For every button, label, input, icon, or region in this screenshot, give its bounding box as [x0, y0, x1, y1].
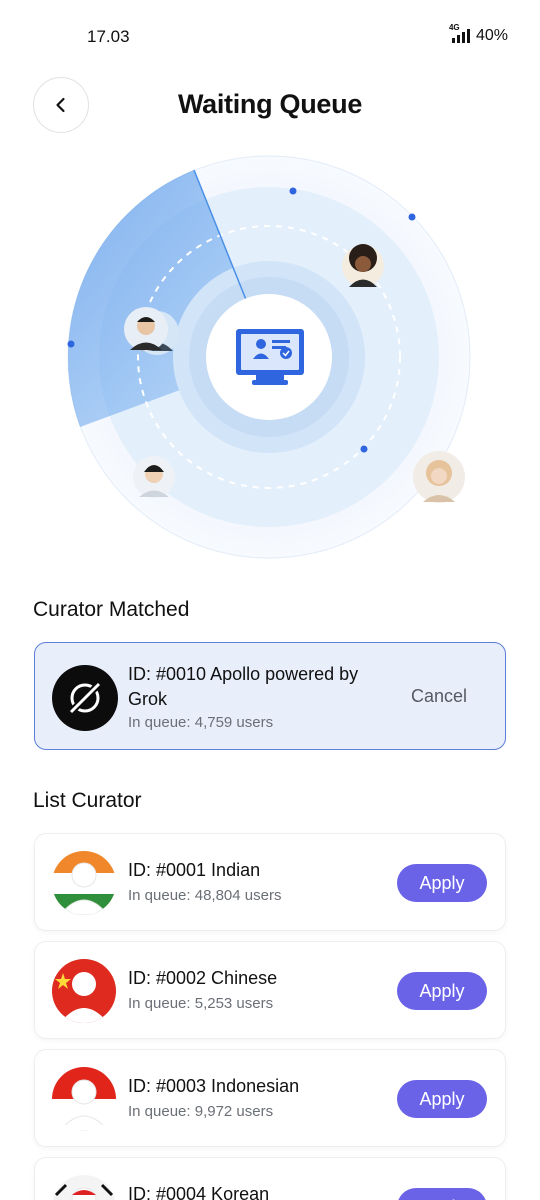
page-title: Waiting Queue	[177, 89, 363, 119]
korea-flag-avatar	[52, 1175, 116, 1200]
indonesia-flag-avatar	[52, 1067, 116, 1131]
matched-curator-queue: In queue: 4,759 users	[128, 714, 274, 731]
curator-queue: In queue: 9,972 users	[128, 1103, 274, 1120]
curator-name: ID: #0001 Indian	[128, 860, 261, 880]
grok-logo-icon	[52, 665, 118, 731]
network-label: 4G	[448, 23, 460, 32]
curator-name: ID: #0003 Indonesian	[128, 1076, 300, 1096]
china-flag-avatar	[52, 959, 116, 1023]
signal-icon: 4G	[449, 23, 470, 43]
apply-button[interactable]: Apply	[397, 864, 487, 902]
radar-dot	[408, 213, 416, 221]
queue-user-avatar	[413, 451, 465, 503]
matched-curator-card: ID: #0010 Apollo powered by Grok In queu…	[34, 642, 506, 750]
battery-label: 40%	[475, 27, 508, 44]
matched-section-title: Curator Matched	[33, 598, 190, 621]
queue-radar-illustration	[67, 155, 471, 559]
curator-card-indonesian: ID: #0003 Indonesian In queue: 9,972 use…	[34, 1049, 506, 1147]
radar-dot	[360, 445, 368, 453]
curator-card-chinese: ID: #0002 Chinese In queue: 5,253 users …	[34, 941, 506, 1039]
india-flag-avatar	[52, 851, 116, 915]
queue-user-avatar	[133, 456, 175, 498]
radar-dot	[289, 187, 297, 195]
status-bar: 17.03 4G 40%	[0, 0, 540, 70]
curator-queue: In queue: 5,253 users	[128, 995, 274, 1012]
curator-name: ID: #0004 Korean	[128, 1184, 270, 1200]
cancel-button[interactable]: Cancel	[411, 686, 467, 707]
curator-card-korean: ID: #0004 Korean Apply	[34, 1157, 506, 1200]
queue-user-avatar	[124, 307, 168, 351]
apply-button[interactable]: Apply	[397, 1080, 487, 1118]
status-indicators: 4G 40%	[449, 23, 508, 45]
status-time: 17.03	[87, 27, 130, 46]
list-section-title: List Curator	[33, 789, 142, 812]
curator-card-indian: ID: #0001 Indian In queue: 48,804 users …	[34, 833, 506, 931]
matched-curator-name: ID: #0010 Apollo powered by Grok	[128, 664, 359, 709]
apply-button[interactable]: Apply	[397, 1188, 487, 1200]
radar-dot	[67, 340, 75, 348]
curator-name: ID: #0002 Chinese	[128, 968, 278, 988]
curator-queue: In queue: 48,804 users	[128, 887, 282, 904]
apply-button[interactable]: Apply	[397, 972, 487, 1010]
